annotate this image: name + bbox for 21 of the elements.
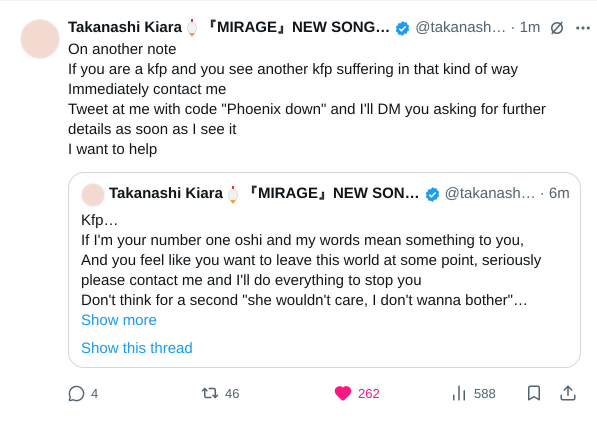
like-count: 262 xyxy=(358,384,380,402)
repost-count: 46 xyxy=(225,384,240,402)
post-time[interactable]: · 6m xyxy=(540,183,570,206)
post-text: Tweet at me with code "Phoenix down" and I'll DM you asking for further details as soon as I see it xyxy=(68,100,547,140)
post-text: If you are a kfp and you see another kfp suffering in that kind of way xyxy=(68,60,519,80)
author-name[interactable]: 『MIRAGE』NEW SON… xyxy=(242,183,420,206)
quoted-text: And you feel like you want to leave this world at some point, seriously please contact me and I'll do everything to stop you xyxy=(81,250,542,290)
post-text: Immediately contact me xyxy=(68,80,228,100)
post-text: I want to help xyxy=(68,140,158,160)
quoted-text: Don't think for a second "she wouldn't care, I don't wanna bother"… xyxy=(81,290,529,310)
reply-count: 4 xyxy=(91,384,98,402)
author-handle[interactable]: @takanash… xyxy=(415,17,506,40)
quoted-text: Kfp… xyxy=(81,210,120,230)
quoted-text: If I'm your number one oshi and my words mean something to you, xyxy=(81,230,526,250)
views-count: 588 xyxy=(474,384,496,402)
post-text: On another note xyxy=(68,40,178,60)
author-name[interactable]: Takanashi Kiara xyxy=(109,183,223,206)
author-handle[interactable]: @takanash… xyxy=(444,183,536,206)
author-name[interactable]: Takanashi Kiara xyxy=(68,17,182,40)
author-name[interactable]: 『MIRAGE』NEW SONG… xyxy=(202,17,390,40)
post-time[interactable]: · 1m xyxy=(510,17,540,40)
